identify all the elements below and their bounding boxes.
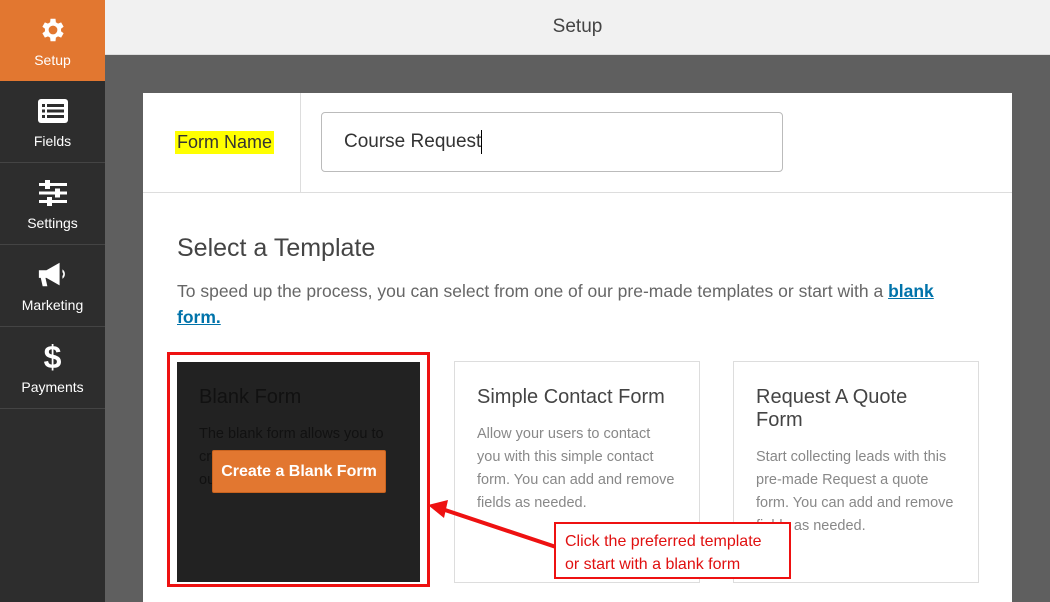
create-blank-form-button[interactable]: Create a Blank Form <box>212 450 386 493</box>
sliders-icon <box>37 177 69 209</box>
sidebar-item-label: Settings <box>27 214 78 231</box>
template-card-title: Blank Form <box>199 386 302 408</box>
sidebar-item-label: Payments <box>21 378 84 395</box>
dollar-icon: $ <box>43 338 62 375</box>
template-card-title: Simple Contact Form <box>477 386 665 408</box>
template-card-title: Request A Quote Form <box>756 386 908 431</box>
sidebar-item-fields[interactable]: Fields <box>0 81 105 163</box>
sidebar-item-setup[interactable]: Setup <box>0 0 105 81</box>
megaphone-icon <box>37 259 69 291</box>
select-template-description: To speed up the process, you can select … <box>177 278 967 330</box>
form-name-label-cell: Form Name <box>143 93 301 192</box>
sidebar-item-marketing[interactable]: Marketing <box>0 245 105 327</box>
annotation-callout: Click the preferred template or start wi… <box>554 522 791 579</box>
sidebar-item-payments[interactable]: $ Payments <box>0 327 105 409</box>
sidebar-item-label: Marketing <box>21 296 84 313</box>
gear-icon <box>37 14 69 46</box>
sidebar-item-settings[interactable]: Settings <box>0 163 105 245</box>
template-card-description: Allow your users to contact you with thi… <box>477 426 675 511</box>
text-caret <box>481 130 482 154</box>
template-card-blank-form[interactable]: Blank Form The blank form allows you to … <box>177 362 420 582</box>
sidebar-item-label: Fields <box>33 132 72 149</box>
form-name-row: Form Name <box>143 93 1012 193</box>
sidebar: Setup Fields Settings Marketing $ Paymen… <box>0 0 105 602</box>
page-title: Setup <box>552 16 603 37</box>
form-name-label: Form Name <box>175 131 275 154</box>
description-text: To speed up the process, you can select … <box>177 281 889 301</box>
select-template-heading: Select a Template <box>177 234 376 262</box>
top-bar: Setup <box>105 0 1050 55</box>
fields-icon <box>37 95 69 127</box>
form-name-input[interactable] <box>321 112 783 172</box>
sidebar-item-label: Setup <box>34 51 71 68</box>
